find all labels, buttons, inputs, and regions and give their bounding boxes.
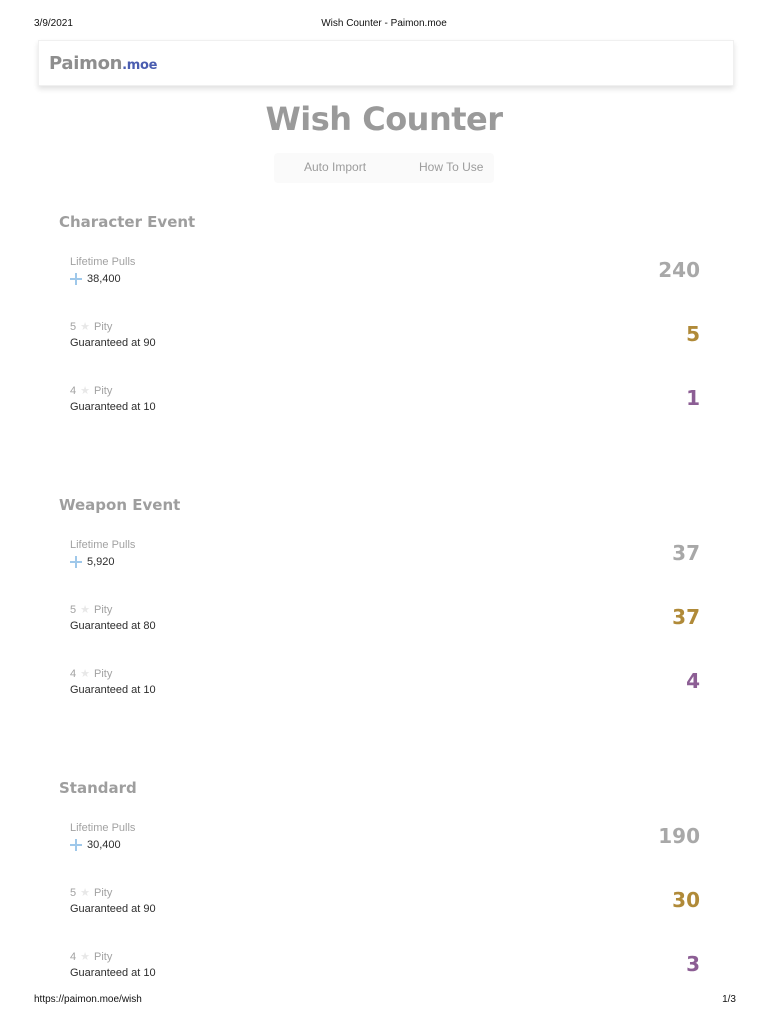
lifetime-pulls-label: Lifetime Pulls bbox=[70, 256, 136, 268]
four-star-pity-row: 4 ★ Pity Guaranteed at 10 1 bbox=[0, 384, 768, 424]
four-star-pity-value: 3 bbox=[686, 952, 700, 976]
lifetime-pulls-row: Lifetime Pulls 5,920 37 bbox=[0, 539, 768, 579]
action-bar: Auto Import How To Use bbox=[274, 153, 494, 183]
pity-label: Pity bbox=[94, 667, 113, 680]
five-star-pity-value: 5 bbox=[686, 322, 700, 346]
primogem-count: 5,920 bbox=[70, 556, 115, 568]
four-star-guarantee: Guaranteed at 10 bbox=[70, 684, 156, 696]
four-star-pity-value: 1 bbox=[686, 386, 700, 410]
pity-label: Pity bbox=[94, 384, 113, 397]
lifetime-pulls-row: Lifetime Pulls 38,400 240 bbox=[0, 256, 768, 296]
primogem-count: 38,400 bbox=[70, 273, 121, 285]
auto-import-button[interactable]: Auto Import bbox=[304, 160, 366, 174]
star-icon: ★ bbox=[80, 385, 90, 397]
four-star-guarantee: Guaranteed at 10 bbox=[70, 967, 156, 979]
print-header: 3/9/2021 Wish Counter - Paimon.moe bbox=[0, 18, 768, 32]
four-star-pity-label: 4 ★ Pity bbox=[70, 667, 113, 681]
primogem-value: 5,920 bbox=[87, 556, 115, 568]
five-star-pity-label: 5 ★ Pity bbox=[70, 320, 113, 334]
print-footer: https://paimon.moe/wish 1/3 bbox=[0, 994, 768, 1008]
navbar: Paimon.moe bbox=[38, 40, 734, 86]
lifetime-pulls-value: 240 bbox=[658, 258, 700, 282]
star-rarity-number: 4 bbox=[70, 384, 77, 397]
star-rarity-number: 5 bbox=[70, 886, 77, 899]
lifetime-pulls-label: Lifetime Pulls bbox=[70, 822, 136, 834]
primogem-icon bbox=[70, 273, 82, 285]
lifetime-pulls-row: Lifetime Pulls 30,400 190 bbox=[0, 822, 768, 862]
four-star-pity-label: 4 ★ Pity bbox=[70, 950, 113, 964]
star-rarity-number: 4 bbox=[70, 667, 77, 680]
banner-section-character-event: Character Event Lifetime Pulls 38,400 24… bbox=[0, 213, 768, 473]
primogem-value: 30,400 bbox=[87, 839, 121, 851]
primogem-value: 38,400 bbox=[87, 273, 121, 285]
logo-tld: .moe bbox=[122, 58, 158, 73]
pity-label: Pity bbox=[94, 320, 113, 333]
star-icon: ★ bbox=[80, 951, 90, 963]
pity-label: Pity bbox=[94, 886, 113, 899]
five-star-pity-row: 5 ★ Pity Guaranteed at 80 37 bbox=[0, 603, 768, 643]
five-star-pity-row: 5 ★ Pity Guaranteed at 90 5 bbox=[0, 320, 768, 360]
five-star-pity-value: 37 bbox=[672, 605, 700, 629]
page-title: Wish Counter bbox=[265, 100, 503, 138]
primogem-count: 30,400 bbox=[70, 839, 121, 851]
star-icon: ★ bbox=[80, 604, 90, 616]
five-star-pity-row: 5 ★ Pity Guaranteed at 90 30 bbox=[0, 886, 768, 926]
five-star-guarantee: Guaranteed at 80 bbox=[70, 620, 156, 632]
five-star-pity-value: 30 bbox=[672, 888, 700, 912]
star-icon: ★ bbox=[80, 321, 90, 333]
five-star-guarantee: Guaranteed at 90 bbox=[70, 903, 156, 915]
section-title: Weapon Event bbox=[59, 496, 181, 514]
star-icon: ★ bbox=[80, 668, 90, 680]
five-star-pity-label: 5 ★ Pity bbox=[70, 603, 113, 617]
star-rarity-number: 5 bbox=[70, 603, 77, 616]
site-logo[interactable]: Paimon.moe bbox=[49, 53, 158, 74]
lifetime-pulls-label: Lifetime Pulls bbox=[70, 539, 136, 551]
four-star-pity-row: 4 ★ Pity Guaranteed at 10 3 bbox=[0, 950, 768, 990]
four-star-pity-row: 4 ★ Pity Guaranteed at 10 4 bbox=[0, 667, 768, 707]
four-star-pity-label: 4 ★ Pity bbox=[70, 384, 113, 398]
print-url: https://paimon.moe/wish bbox=[34, 994, 142, 1005]
print-page-title: Wish Counter - Paimon.moe bbox=[321, 18, 447, 29]
how-to-use-button[interactable]: How To Use bbox=[419, 160, 483, 174]
logo-main: Paimon bbox=[49, 53, 123, 74]
five-star-guarantee: Guaranteed at 90 bbox=[70, 337, 156, 349]
five-star-pity-label: 5 ★ Pity bbox=[70, 886, 113, 900]
star-rarity-number: 4 bbox=[70, 950, 77, 963]
lifetime-pulls-value: 37 bbox=[672, 541, 700, 565]
primogem-icon bbox=[70, 556, 82, 568]
four-star-guarantee: Guaranteed at 10 bbox=[70, 401, 156, 413]
four-star-pity-value: 4 bbox=[686, 669, 700, 693]
pity-label: Pity bbox=[94, 950, 113, 963]
section-title: Character Event bbox=[59, 213, 196, 231]
print-page-number: 1/3 bbox=[722, 994, 736, 1005]
banner-section-weapon-event: Weapon Event Lifetime Pulls 5,920 37 5 ★… bbox=[0, 496, 768, 756]
lifetime-pulls-value: 190 bbox=[658, 824, 700, 848]
banner-section-standard: Standard Lifetime Pulls 30,400 190 5 ★ P… bbox=[0, 779, 768, 989]
star-rarity-number: 5 bbox=[70, 320, 77, 333]
section-title: Standard bbox=[59, 779, 137, 797]
star-icon: ★ bbox=[80, 887, 90, 899]
pity-label: Pity bbox=[94, 603, 113, 616]
primogem-icon bbox=[70, 839, 82, 851]
